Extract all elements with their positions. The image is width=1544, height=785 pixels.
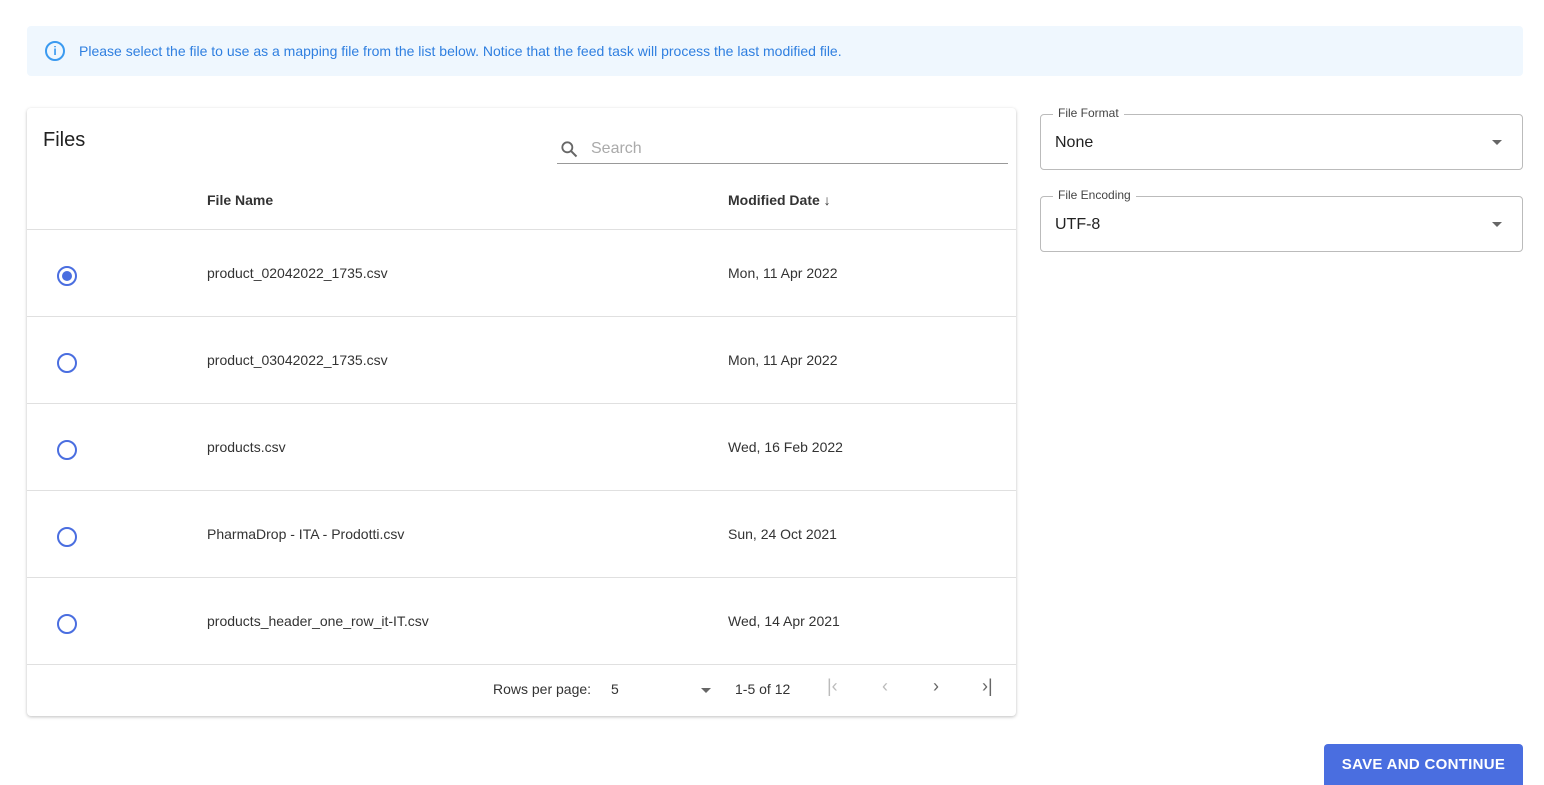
column-header-modified-date[interactable]: Modified Date ↓	[728, 192, 831, 208]
dropdown-arrow-icon	[1492, 140, 1502, 145]
save-and-continue-button[interactable]: SAVE AND CONTINUE	[1324, 744, 1523, 785]
files-title: Files	[43, 129, 86, 151]
rows-per-page-label: Rows per page:	[493, 681, 592, 697]
files-card: Files File Name Modified Date ↓ product_…	[27, 108, 1016, 716]
page-range: 1-5 of 12	[735, 681, 791, 697]
file-format-value: None	[1055, 134, 1094, 151]
row-radio[interactable]	[57, 440, 77, 460]
search-field[interactable]	[557, 134, 1008, 164]
file-name: products.csv	[207, 439, 286, 455]
table-row[interactable]: product_02042022_1735.csv Mon, 11 Apr 20…	[27, 230, 1016, 317]
table-row[interactable]: PharmaDrop - ITA - Prodotti.csv Sun, 24 …	[27, 491, 1016, 578]
search-input[interactable]	[589, 138, 969, 159]
info-text: Please select the file to use as a mappi…	[79, 43, 842, 59]
table-row[interactable]: product_03042022_1735.csv Mon, 11 Apr 20…	[27, 317, 1016, 404]
first-page-icon[interactable]: |‹	[827, 676, 838, 697]
file-encoding-value: UTF-8	[1055, 216, 1101, 233]
dropdown-arrow-icon	[1492, 222, 1502, 227]
row-radio[interactable]	[57, 527, 77, 547]
next-page-icon[interactable]: ›	[933, 676, 939, 697]
column-header-file-name[interactable]: File Name	[207, 192, 273, 208]
rows-per-page-value: 5	[611, 681, 619, 697]
file-encoding-select[interactable]: File Encoding UTF-8	[1040, 188, 1523, 252]
last-page-icon[interactable]: ›|	[982, 676, 993, 697]
file-format-select[interactable]: File Format None	[1040, 106, 1523, 170]
modified-date: Sun, 24 Oct 2021	[728, 526, 837, 542]
modified-date: Mon, 11 Apr 2022	[728, 265, 838, 281]
row-radio[interactable]	[57, 353, 77, 373]
info-icon: i	[45, 41, 65, 61]
search-icon	[561, 140, 578, 157]
sort-arrow-down-icon: ↓	[823, 192, 831, 208]
row-radio[interactable]	[57, 266, 77, 286]
modified-date: Wed, 16 Feb 2022	[728, 439, 843, 455]
table-row[interactable]: products_header_one_row_it-IT.csv Wed, 1…	[27, 578, 1016, 665]
previous-page-icon[interactable]: ‹	[882, 676, 888, 697]
file-name: product_02042022_1735.csv	[207, 265, 388, 281]
info-banner: i Please select the file to use as a map…	[27, 26, 1523, 76]
rows-per-page-select[interactable]: 5	[611, 681, 711, 697]
row-radio[interactable]	[57, 614, 77, 634]
file-name: product_03042022_1735.csv	[207, 352, 388, 368]
file-name: PharmaDrop - ITA - Prodotti.csv	[207, 526, 405, 542]
file-name: products_header_one_row_it-IT.csv	[207, 613, 429, 629]
modified-date: Wed, 14 Apr 2021	[728, 613, 840, 629]
modified-date-label: Modified Date	[728, 192, 820, 208]
modified-date: Mon, 11 Apr 2022	[728, 352, 838, 368]
dropdown-arrow-icon	[701, 688, 711, 693]
file-encoding-label: File Encoding	[1053, 188, 1136, 202]
file-format-label: File Format	[1053, 106, 1124, 120]
table-row[interactable]: products.csv Wed, 16 Feb 2022	[27, 404, 1016, 491]
